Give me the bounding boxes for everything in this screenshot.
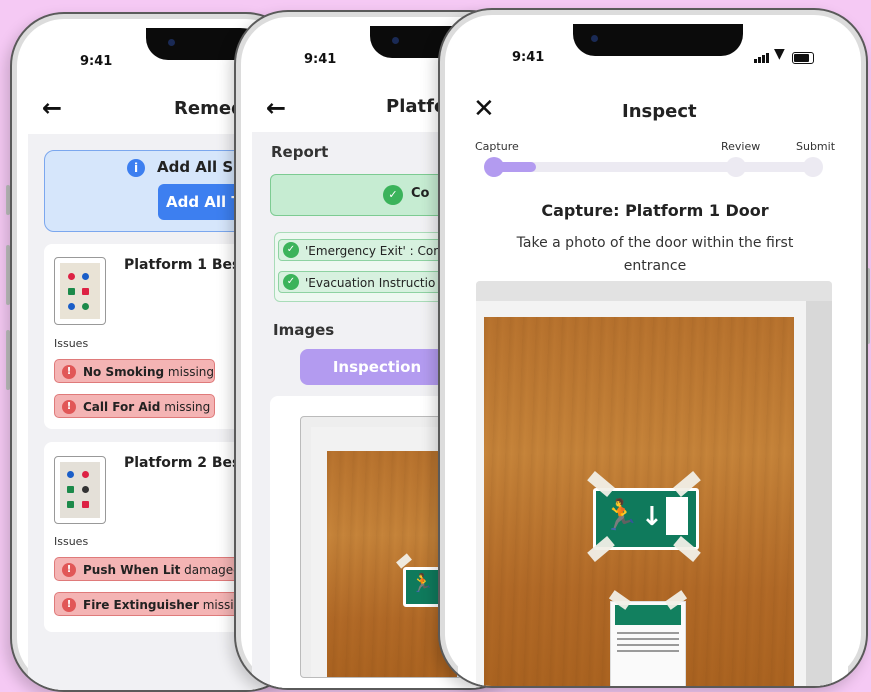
step-label-review: Review: [721, 140, 761, 153]
check-circle-icon: ✓: [383, 185, 403, 205]
step-label-submit: Submit: [796, 140, 836, 153]
issue-badge[interactable]: ! Push When Lit damaged: [54, 557, 244, 581]
info-icon: i: [127, 159, 145, 177]
capture-title: Capture: Platform 1 Door: [541, 201, 769, 220]
page-title: Inspect: [622, 101, 697, 122]
capture-instructions: Take a photo of the door within the firs…: [516, 235, 794, 274]
report-status-text: Co: [411, 186, 430, 201]
issue-status: damaged: [184, 563, 241, 577]
door-photo[interactable]: 🏃 ↓: [476, 281, 832, 686]
issue-status: missing: [167, 365, 215, 379]
issues-label: Issues: [54, 535, 89, 548]
signal-icon: [754, 51, 770, 63]
card-title: Platform 2 Bes: [124, 455, 241, 471]
exclamation-circle-icon: !: [62, 400, 76, 414]
back-arrow-icon[interactable]: ←: [42, 94, 62, 122]
exit-sign: 🏃: [403, 567, 443, 607]
step-dot-review[interactable]: [726, 157, 746, 177]
inspect-screen: 9:41 ▼ ✕ Inspect Capture Review Submit C…: [458, 24, 848, 686]
issue-badge[interactable]: ! No Smoking missing: [54, 359, 215, 383]
report-item-text: 'Evacuation Instructio: [305, 276, 436, 290]
sign-board-thumbnail: [54, 456, 106, 524]
step-dot-submit[interactable]: [803, 157, 823, 177]
close-icon[interactable]: ✕: [473, 94, 495, 124]
issue-name: Fire Extinguisher: [83, 598, 199, 612]
report-section-label: Report: [271, 143, 329, 161]
wifi-icon: ▼: [774, 46, 785, 62]
report-item-text: 'Emergency Exit' : Com: [305, 244, 445, 258]
step-dot-capture[interactable]: [484, 157, 504, 177]
sign-board-thumbnail: [54, 257, 106, 325]
status-time: 9:41: [512, 50, 545, 65]
exclamation-circle-icon: !: [62, 563, 76, 577]
battery-icon: [792, 52, 814, 64]
back-arrow-icon[interactable]: ←: [266, 94, 286, 122]
phone-notch: [573, 24, 743, 56]
step-label-capture: Capture: [475, 140, 519, 153]
exclamation-circle-icon: !: [62, 598, 76, 612]
inspection-tab-button[interactable]: Inspection: [300, 349, 454, 385]
issue-name: Push When Lit: [83, 563, 181, 577]
status-time: 9:41: [80, 54, 113, 69]
card-title: Platform 1 Bes: [124, 257, 241, 273]
check-circle-icon: ✓: [283, 242, 299, 258]
phone-inspect: 9:41 ▼ ✕ Inspect Capture Review Submit C…: [438, 8, 868, 688]
evacuation-notice: [610, 601, 686, 686]
issue-name: No Smoking: [83, 365, 165, 379]
issue-badge[interactable]: ! Call For Aid missing: [54, 394, 215, 418]
status-time: 9:41: [304, 52, 337, 67]
issue-name: Call For Aid: [83, 400, 161, 414]
check-circle-icon: ✓: [283, 274, 299, 290]
issues-label: Issues: [54, 337, 89, 350]
issue-status: missing: [164, 400, 211, 414]
exclamation-circle-icon: !: [62, 365, 76, 379]
issue-badge[interactable]: ! Fire Extinguisher missing: [54, 592, 249, 616]
images-section-label: Images: [273, 321, 335, 339]
